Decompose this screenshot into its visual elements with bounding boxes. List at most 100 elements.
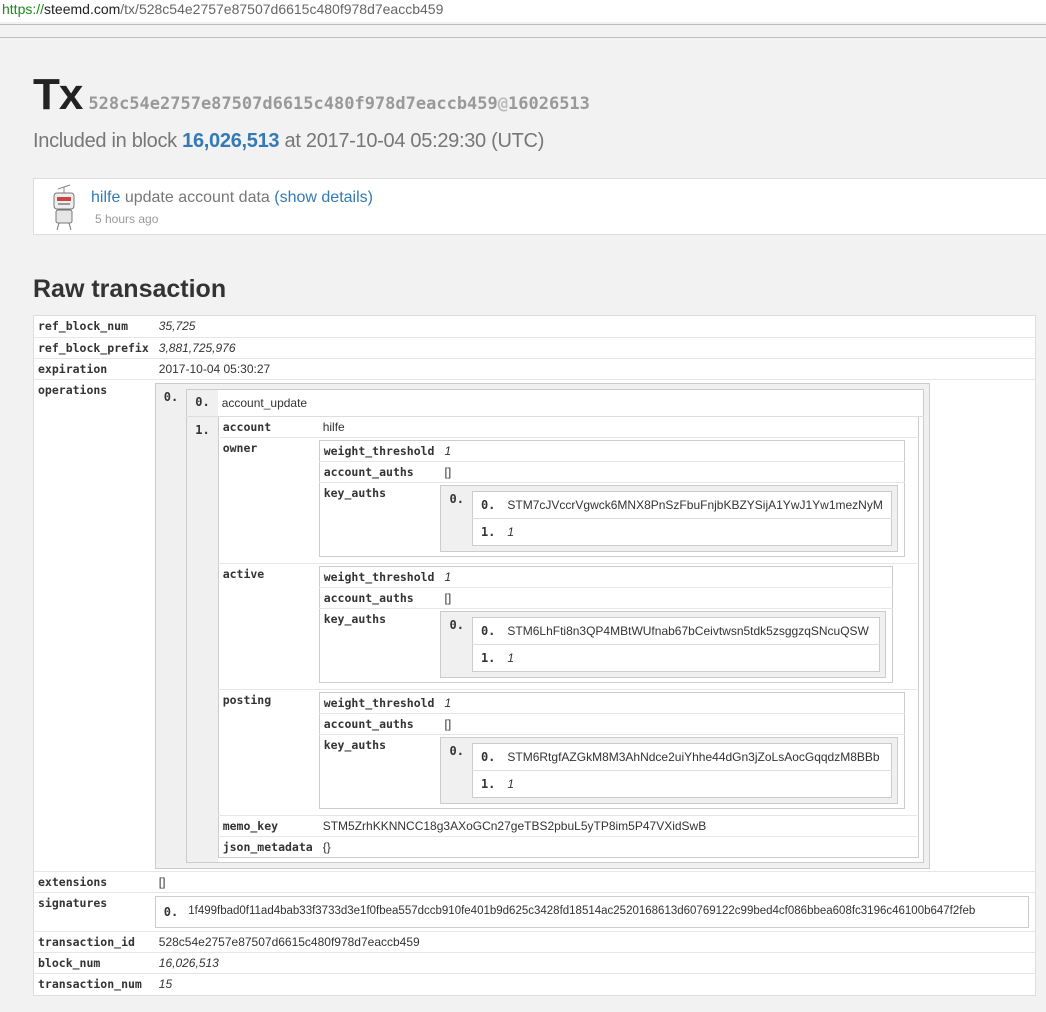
raw-transaction-table: ref_block_num 35,725 ref_block_prefix 3,… — [33, 315, 1036, 996]
key-owner: owner — [218, 437, 319, 564]
key-signatures: signatures — [34, 892, 155, 932]
operation-pair: 0. account_update 1. account hilfe owner… — [186, 388, 924, 863]
show-details-link[interactable]: show details — [280, 189, 368, 206]
key-block-num: block_num — [34, 952, 155, 974]
row-transaction-id: transaction_id 528c54e2757e87507d6615c48… — [34, 931, 1035, 953]
key-operations: operations — [34, 378, 155, 872]
active-account-auths: [] — [440, 587, 893, 609]
user-link[interactable]: hilfe — [91, 189, 120, 206]
posting-account-auths: [] — [440, 713, 905, 735]
url-host: steemd.com — [44, 1, 121, 17]
value-transaction-num: 15 — [154, 973, 1035, 995]
value-account: hilfe — [322, 419, 345, 434]
toolbar-divider — [0, 24, 1046, 25]
active-key-auth-index: 0. — [440, 611, 472, 678]
key-memo-key: memo_key — [218, 815, 319, 837]
owner-key-auths: 0. 0. STM7cJVccrVgwck6MNX8PnSzFbuFnjbKBZY… — [440, 485, 899, 552]
active-key-auths: 0. 0. STM6LhFti8n3QP4MBtWUfnab67bCeivtwsn… — [440, 611, 887, 678]
row-ref-block-prefix: ref_block_prefix 3,881,725,976 — [34, 336, 1035, 358]
op-body-index: 1. — [186, 415, 218, 863]
page-title: Tx 528c54e2757e87507d6615c480f978d7eaccb4… — [33, 70, 590, 120]
op-type-index: 0. — [186, 389, 218, 416]
active-weight-threshold-key: weight_threshold — [323, 570, 435, 584]
posting-key-weight: 1 — [503, 770, 892, 798]
included-suffix: at 2017-10-04 05:29:30 (UTC) — [284, 130, 545, 152]
row-ref-block-num: ref_block_num 35,725 — [34, 316, 1035, 337]
key-extensions: extensions — [34, 871, 155, 893]
key-json-metadata: json_metadata — [218, 836, 319, 858]
op-body: account hilfe owner weight_threshold 1 a… — [217, 416, 919, 858]
row-block-num: block_num 16,026,513 — [34, 952, 1035, 974]
op-type: account_update — [221, 395, 308, 410]
owner-public-key: STM7cJVccrVgwck6MNX8PnSzFbuFnjbKBZYSijA1… — [507, 498, 883, 512]
operation-card: hilfe update account data (show details)… — [33, 178, 1046, 235]
owner-key-auth-index: 0. — [440, 485, 472, 552]
row-operations: operations 0. 0. account_update 1. accou… — [34, 378, 1035, 872]
posting-weight-threshold: 1 — [444, 696, 452, 710]
included-in-block: Included in block 16,026,513 at 2017-10-… — [33, 130, 544, 153]
active-key0-index: 0. — [472, 617, 504, 645]
row-expiration: expiration 2017-10-04 05:30:27 — [34, 357, 1035, 379]
value-expiration: 2017-10-04 05:30:27 — [154, 357, 1035, 379]
active-account-auths-key: account_auths — [319, 587, 441, 609]
operation-action: update account data — [124, 189, 270, 206]
key-ref-block-prefix: ref_block_prefix — [34, 336, 155, 358]
value-extensions: [] — [154, 871, 1035, 893]
signatures-array: 0. 1f499fbad0f11ad4bab33f3733d3e1f0fbea5… — [154, 896, 1029, 928]
key-expiration: expiration — [34, 357, 155, 379]
value-ref-block-num: 35,725 — [158, 319, 196, 333]
url-path: /tx/528c54e2757e87507d6615c480f978d7eacc… — [120, 1, 444, 17]
owner-account-auths-key: account_auths — [319, 461, 441, 483]
key-posting: posting — [218, 689, 319, 816]
raw-transaction-heading: Raw transaction — [33, 275, 227, 303]
active-authority: weight_threshold 1 account_auths[] key_au… — [318, 566, 893, 683]
key-active: active — [218, 563, 319, 690]
page-top-divider — [0, 37, 1046, 38]
url-scheme: https:// — [2, 1, 45, 17]
value-block-num: 16,026,513 — [154, 952, 1035, 974]
block-link[interactable]: 16,026,513 — [182, 130, 279, 152]
value-transaction-id: 528c54e2757e87507d6615c480f978d7eaccb459 — [154, 931, 1035, 953]
row-signatures: signatures 0. 1f499fbad0f11ad4bab33f3733… — [34, 892, 1035, 932]
posting-account-auths-key: account_auths — [319, 713, 441, 735]
operation-summary: hilfe update account data (show details) — [91, 189, 373, 207]
active-key1-index: 1. — [472, 644, 504, 672]
operations-array: 0. 0. account_update 1. account hilfe ow… — [154, 382, 930, 869]
tx-hash-value: 528c54e2757e87507d6615c480f978d7eaccb459 — [88, 94, 498, 114]
signature-value: 1f499fbad0f11ad4bab33f3733d3e1f0fbea557d… — [186, 896, 1029, 928]
posting-key0-index: 0. — [472, 743, 504, 771]
key-ref-block-num: ref_block_num — [38, 319, 129, 333]
tx-label: Tx — [33, 70, 83, 119]
owner-authority: weight_threshold 1 account_auths[] key_au… — [318, 440, 905, 557]
active-key-auths-key: key_auths — [319, 608, 441, 683]
active-key-pair: 0. STM6LhFti8n3QP4MBtWUfnab67bCeivtwsn5td… — [471, 617, 881, 672]
owner-key-auths-key: key_auths — [319, 482, 441, 557]
active-weight-threshold: 1 — [444, 570, 452, 584]
details-paren-close: ) — [367, 189, 373, 206]
posting-key-auths: 0. 0. STM6RtgfAZGkM8M3AhNdce2uiYhhe44dGn3… — [440, 737, 899, 804]
active-key-weight: 1 — [503, 644, 880, 672]
row-extensions: extensions [] — [34, 871, 1035, 893]
tx-block-ref: 16026513 — [508, 94, 590, 114]
row-transaction-num: transaction_num 15 — [34, 973, 1035, 995]
address-bar[interactable]: https://steemd.com/tx/528c54e2757e87507d… — [0, 0, 1046, 22]
posting-key-pair: 0. STM6RtgfAZGkM8M3AhNdce2uiYhhe44dGn3jZo… — [471, 743, 893, 798]
key-transaction-id: transaction_id — [34, 931, 155, 953]
tx-hash: 528c54e2757e87507d6615c480f978d7eaccb459… — [88, 94, 590, 114]
owner-key-pair: 0. STM7cJVccrVgwck6MNX8PnSzFbuFnjbKBZYSij… — [471, 491, 893, 546]
value-ref-block-prefix: 3,881,725,976 — [154, 336, 1035, 358]
signature-index: 0. — [155, 896, 187, 928]
posting-key1-index: 1. — [472, 770, 504, 798]
operation-time-ago: 5 hours ago — [95, 212, 159, 226]
value-memo-key: STM5ZrhKKNNCC18g3AXoGCn27geTBS2pbuL5yTP8… — [318, 815, 919, 837]
operation-index: 0. — [155, 383, 187, 869]
active-public-key: STM6LhFti8n3QP4MBtWUfnab67bCeivtwsn5tdk5… — [507, 624, 869, 638]
posting-weight-threshold-key: weight_threshold — [323, 696, 435, 710]
posting-key-auth-index: 0. — [440, 737, 472, 804]
owner-key0-index: 0. — [472, 491, 504, 519]
key-transaction-num: transaction_num — [34, 973, 155, 995]
posting-key-auths-key: key_auths — [319, 734, 441, 809]
robot-avatar-icon[interactable] — [48, 183, 80, 231]
owner-key-weight: 1 — [503, 518, 892, 546]
owner-weight-threshold-key: weight_threshold — [323, 444, 435, 458]
